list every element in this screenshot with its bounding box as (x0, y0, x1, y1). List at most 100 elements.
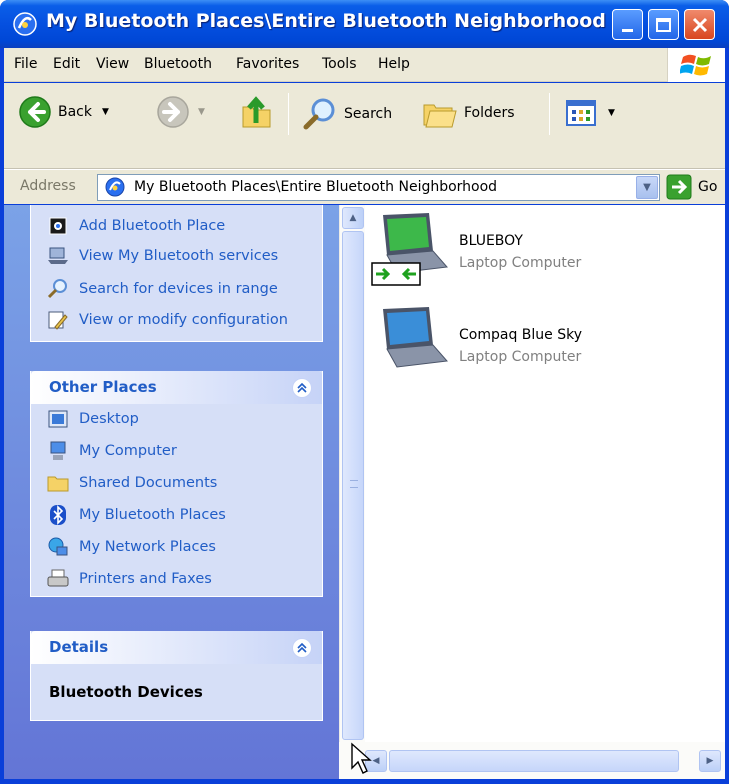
forward-arrow-icon (157, 96, 189, 128)
task-label: View or modify configuration (79, 312, 288, 328)
device-item[interactable]: Compaq Blue Sky Laptop Computer (371, 305, 711, 395)
printer-icon (47, 568, 69, 590)
windows-flag-icon (680, 54, 711, 76)
address-input[interactable]: My Bluetooth Places\Entire Bluetooth Nei… (97, 174, 660, 201)
details-title: Details (49, 638, 109, 656)
maximize-button[interactable] (648, 9, 679, 40)
window-title: My Bluetooth Places\Entire Bluetooth Nei… (46, 10, 606, 32)
scroll-right-button[interactable]: ▶ (699, 750, 721, 772)
place-label: My Network Places (79, 539, 216, 555)
vertical-scrollbar[interactable]: ▲ (339, 205, 365, 742)
folders-button[interactable]: Folders (422, 97, 515, 129)
place-my-network-places[interactable]: My Network Places (47, 536, 216, 558)
grip-icon (350, 480, 358, 488)
menu-edit[interactable]: Edit (53, 56, 80, 72)
task-label: Search for devices in range (79, 281, 278, 297)
other-places-header[interactable]: Other Places (31, 371, 322, 404)
task-pane: Add Bluetooth Place View My Bluetooth se… (4, 205, 339, 779)
place-printers-faxes[interactable]: Printers and Faxes (47, 568, 212, 590)
minimize-icon (622, 29, 633, 32)
details-text: Bluetooth Devices (49, 683, 203, 701)
menu-favorites[interactable]: Favorites (236, 56, 299, 72)
address-label: Address (20, 178, 76, 194)
task-search-devices[interactable]: Search for devices in range (47, 278, 278, 300)
place-shared-documents[interactable]: Shared Documents (47, 472, 217, 494)
toolbar-separator (549, 93, 550, 135)
standard-toolbar: Back ▼ ▼ Search Folders ▼ (4, 83, 725, 169)
maximize-icon (656, 17, 671, 32)
bluetooth-services-icon (47, 245, 69, 267)
back-button[interactable]: Back ▼ (18, 95, 109, 129)
details-header[interactable]: Details (31, 631, 322, 664)
back-dropdown-icon[interactable]: ▼ (102, 107, 109, 117)
close-icon (692, 17, 707, 32)
scroll-thumb[interactable] (389, 750, 679, 772)
address-dropdown-button[interactable]: ▼ (636, 176, 658, 199)
up-button[interactable] (240, 93, 274, 131)
desktop-icon (47, 408, 69, 430)
search-label: Search (344, 106, 393, 122)
task-modify-configuration[interactable]: View or modify configuration (47, 309, 288, 331)
my-computer-icon (47, 440, 69, 462)
address-value: My Bluetooth Places\Entire Bluetooth Nei… (134, 179, 498, 195)
place-label: My Computer (79, 443, 177, 459)
other-places-title: Other Places (49, 378, 157, 396)
search-icon (47, 278, 69, 300)
menu-file[interactable]: File (14, 56, 37, 72)
go-arrow-icon (666, 174, 692, 200)
address-bar: Address My Bluetooth Places\Entire Bluet… (4, 169, 725, 204)
collapse-icon[interactable] (292, 378, 312, 398)
folder-up-icon (242, 96, 271, 128)
laptop-computer-icon (371, 213, 449, 286)
bluetooth-icon (47, 504, 69, 526)
menu-view[interactable]: View (96, 56, 129, 72)
search-button[interactable]: Search (302, 97, 392, 131)
place-label: Desktop (79, 411, 139, 427)
title-bar[interactable]: My Bluetooth Places\Entire Bluetooth Nei… (0, 0, 729, 48)
task-view-bluetooth-services[interactable]: View My Bluetooth services (47, 245, 278, 267)
go-button[interactable]: Go (666, 174, 717, 200)
bluetooth-tasks-panel: Add Bluetooth Place View My Bluetooth se… (30, 205, 323, 342)
network-places-icon (47, 536, 69, 558)
device-name: Compaq Blue Sky (459, 327, 582, 343)
place-desktop[interactable]: Desktop (47, 408, 139, 430)
device-item[interactable]: BLUEBOY Laptop Computer (371, 211, 711, 301)
views-dropdown-icon[interactable]: ▼ (608, 108, 615, 118)
mouse-cursor-icon (351, 742, 372, 774)
windows-logo (667, 48, 725, 82)
close-button[interactable] (684, 9, 715, 40)
device-type: Laptop Computer (459, 349, 582, 365)
device-list: BLUEBOY Laptop Computer Compaq Blue Sky … (365, 205, 725, 742)
place-label: Shared Documents (79, 475, 218, 491)
views-button[interactable]: ▼ (566, 100, 615, 126)
minimize-button[interactable] (612, 9, 643, 40)
menu-help[interactable]: Help (378, 56, 410, 72)
details-panel: Details Bluetooth Devices (30, 631, 323, 721)
menu-bluetooth[interactable]: Bluetooth (144, 56, 212, 72)
menu-tools[interactable]: Tools (322, 56, 357, 72)
bluetooth-places-icon (105, 177, 125, 197)
back-label: Back (58, 104, 92, 120)
explorer-window: My Bluetooth Places\Entire Bluetooth Nei… (0, 0, 729, 784)
toolbar-separator (288, 93, 289, 135)
place-label: Printers and Faxes (79, 571, 212, 587)
place-my-computer[interactable]: My Computer (47, 440, 177, 462)
chevron-down-icon: ▼ (643, 182, 651, 193)
add-bluetooth-place-icon (47, 215, 69, 237)
place-label: My Bluetooth Places (79, 507, 226, 523)
scroll-up-button[interactable]: ▲ (342, 207, 364, 229)
chevron-up-icon: ▲ (349, 213, 357, 223)
forward-button[interactable]: ▼ (156, 95, 205, 129)
place-my-bluetooth-places[interactable]: My Bluetooth Places (47, 504, 226, 526)
folders-icon (423, 104, 457, 128)
collapse-icon[interactable] (292, 638, 312, 658)
task-label: Add Bluetooth Place (79, 218, 226, 234)
task-add-bluetooth-place[interactable]: Add Bluetooth Place (47, 215, 225, 237)
task-label: View My Bluetooth services (79, 248, 279, 264)
scroll-thumb[interactable] (342, 231, 364, 740)
menu-bar: File Edit View Bluetooth Favorites Tools… (4, 48, 725, 82)
forward-dropdown-icon[interactable]: ▼ (198, 107, 205, 117)
device-type: Laptop Computer (459, 255, 582, 271)
folder-icon (47, 472, 69, 494)
horizontal-scrollbar[interactable]: ◀ ▶ (339, 742, 725, 779)
